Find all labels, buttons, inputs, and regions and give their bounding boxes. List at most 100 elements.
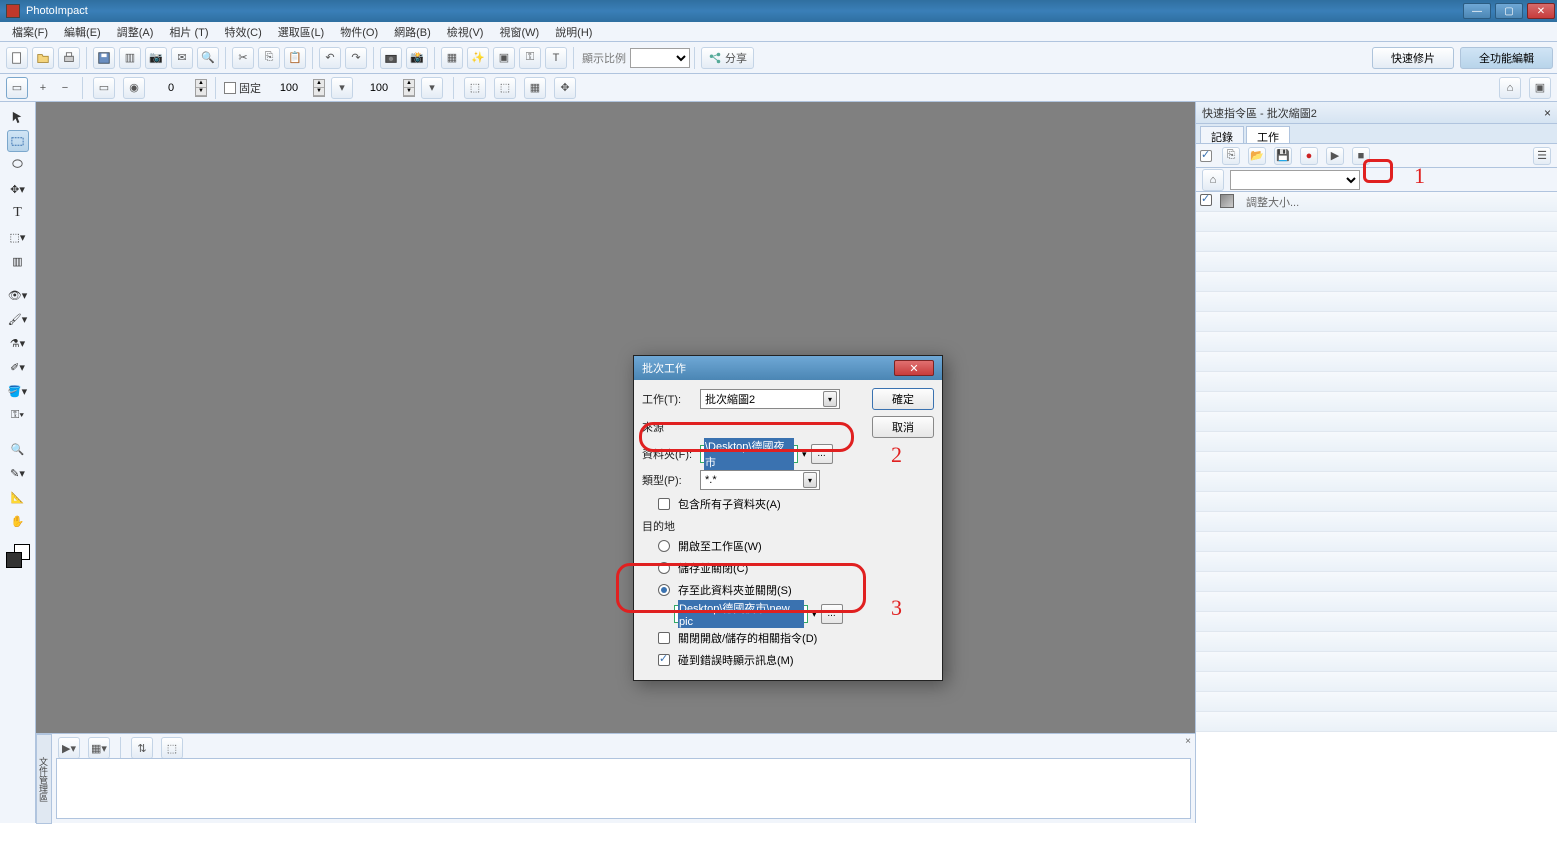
- tool-measure[interactable]: 📐: [7, 486, 29, 508]
- sp-batch-run[interactable]: ☰: [1533, 147, 1551, 165]
- opt-sub[interactable]: −: [58, 77, 72, 99]
- filmstrip-tab[interactable]: 文件管理區: [36, 734, 52, 824]
- menu-help[interactable]: 說明(H): [547, 22, 600, 42]
- opt-x-icon[interactable]: ▣: [1529, 77, 1551, 99]
- minimize-button[interactable]: —: [1463, 3, 1491, 19]
- tb-save[interactable]: [93, 47, 115, 69]
- mode-full[interactable]: 全功能編輯: [1460, 47, 1553, 69]
- tb-stamp[interactable]: ⚿: [519, 47, 541, 69]
- opt-home-icon[interactable]: ⌂: [1499, 77, 1521, 99]
- save-folder-close-radio[interactable]: [658, 584, 670, 596]
- tool-lasso[interactable]: [7, 154, 29, 176]
- opt-b2[interactable]: ⬚: [494, 77, 516, 99]
- opt-b1[interactable]: ⬚: [464, 77, 486, 99]
- tb-preview[interactable]: 🔍: [197, 47, 219, 69]
- fs-sort[interactable]: ⇅: [131, 737, 153, 759]
- task-item-check[interactable]: [1200, 194, 1212, 206]
- tool-stamp[interactable]: ⚿▾: [7, 404, 29, 426]
- tool-erase[interactable]: ✐▾: [7, 356, 29, 378]
- opt-move[interactable]: ▭: [93, 77, 115, 99]
- tab-record[interactable]: 記錄: [1200, 126, 1244, 143]
- close-button[interactable]: ✕: [1527, 3, 1555, 19]
- opt-zero[interactable]: [151, 79, 191, 97]
- opt-fixed[interactable]: ◉: [123, 77, 145, 99]
- opt-h-spin[interactable]: ▲▼: [403, 79, 415, 97]
- menu-object[interactable]: 物件(O): [332, 22, 386, 42]
- close-open-cmds-check[interactable]: [658, 632, 670, 644]
- tb-new[interactable]: [6, 47, 28, 69]
- sp-combo[interactable]: [1230, 170, 1360, 190]
- fs-play[interactable]: ▶▾: [58, 737, 80, 759]
- tb-undo[interactable]: ↶: [319, 47, 341, 69]
- task-list[interactable]: 調整大小...: [1196, 192, 1557, 823]
- include-sub-check[interactable]: [658, 498, 670, 510]
- tb-scan[interactable]: 📷: [145, 47, 167, 69]
- fs-thumb[interactable]: ⬚: [161, 737, 183, 759]
- menu-window[interactable]: 視窗(W): [491, 22, 547, 42]
- tb-autolevel[interactable]: ✨: [467, 47, 489, 69]
- side-panel-close[interactable]: ×: [1544, 106, 1551, 120]
- dialog-title-bar[interactable]: 批次工作 ✕: [634, 356, 942, 380]
- open-workspace-radio[interactable]: [658, 540, 670, 552]
- tool-slice[interactable]: ▥: [7, 250, 29, 272]
- tool-brush[interactable]: 🖌▾: [7, 308, 29, 330]
- tb-camera2[interactable]: 📸: [406, 47, 428, 69]
- sp-record[interactable]: ●: [1300, 147, 1318, 165]
- tb-slice[interactable]: ▦: [441, 47, 463, 69]
- tool-transform[interactable]: ✥▾: [7, 178, 29, 200]
- menu-file[interactable]: 檔案(F): [4, 22, 56, 42]
- dialog-close-button[interactable]: ✕: [894, 360, 934, 376]
- sp-save[interactable]: 💾: [1274, 147, 1292, 165]
- source-folder-input[interactable]: \Desktop\德國夜市: [700, 445, 798, 463]
- tb-paste[interactable]: 📋: [284, 47, 306, 69]
- dest-browse-button[interactable]: ...: [821, 604, 843, 624]
- tool-clone[interactable]: ⚗▾: [7, 332, 29, 354]
- menu-adjust[interactable]: 調整(A): [109, 22, 162, 42]
- tool-hand[interactable]: ✋: [7, 510, 29, 532]
- side-panel-title-bar[interactable]: 快速指令區 - 批次縮圖2 ×: [1196, 102, 1557, 124]
- opt-height[interactable]: [359, 79, 399, 97]
- sp-new[interactable]: ⎘: [1222, 147, 1240, 165]
- sp-stop[interactable]: ■: [1352, 147, 1370, 165]
- save-close-radio[interactable]: [658, 562, 670, 574]
- tb-text[interactable]: T: [545, 47, 567, 69]
- menu-photo[interactable]: 相片 (T): [161, 22, 216, 42]
- tool-crop[interactable]: ⬚▾: [7, 226, 29, 248]
- tb-email[interactable]: ✉: [171, 47, 193, 69]
- opt-fixed-chk[interactable]: 固定: [224, 80, 261, 96]
- opt-zero-spin[interactable]: ▲▼: [195, 79, 207, 97]
- tb-camera[interactable]: [380, 47, 402, 69]
- sp-home-icon[interactable]: ⌂: [1202, 169, 1224, 191]
- tool-text[interactable]: T: [7, 202, 29, 224]
- tb-crop2[interactable]: ▣: [493, 47, 515, 69]
- tb-open[interactable]: [32, 47, 54, 69]
- mode-quick[interactable]: 快速修片: [1372, 47, 1454, 69]
- opt-b3[interactable]: ▦: [524, 77, 546, 99]
- maximize-button[interactable]: ▢: [1495, 3, 1523, 19]
- tool-marquee[interactable]: [7, 130, 29, 152]
- sp-open[interactable]: 📂: [1248, 147, 1266, 165]
- menu-web[interactable]: 網路(B): [386, 22, 439, 42]
- opt-h-dd[interactable]: ▾: [421, 77, 443, 99]
- color-swatch[interactable]: [6, 544, 30, 568]
- dest-folder-input[interactable]: Desktop\德國夜市\new pic: [674, 605, 808, 623]
- tb-cut[interactable]: ✂: [232, 47, 254, 69]
- tool-eyedrop[interactable]: ✎▾: [7, 462, 29, 484]
- task-combo[interactable]: 批次縮圖2▾: [700, 389, 840, 409]
- opt-w-dd[interactable]: ▾: [331, 77, 353, 99]
- task-list-item[interactable]: 調整大小...: [1196, 192, 1557, 212]
- menu-edit[interactable]: 編輯(E): [56, 22, 109, 42]
- fs-grid[interactable]: ▦▾: [88, 737, 110, 759]
- tool-fill[interactable]: 🪣▾: [7, 380, 29, 402]
- type-combo[interactable]: *.*▾: [700, 470, 820, 490]
- opt-w-spin[interactable]: ▲▼: [313, 79, 325, 97]
- menu-selection[interactable]: 選取區(L): [270, 22, 332, 42]
- menu-effect[interactable]: 特效(C): [217, 22, 270, 42]
- tool-retouch[interactable]: 👁▾: [7, 284, 29, 306]
- cancel-button[interactable]: 取消: [872, 416, 934, 438]
- opt-marquee[interactable]: ▭: [6, 77, 28, 99]
- tool-zoom[interactable]: 🔍: [7, 438, 29, 460]
- tb-copy[interactable]: ⎘: [258, 47, 280, 69]
- zoom-combo[interactable]: [630, 48, 690, 68]
- tb-browse[interactable]: ▥: [119, 47, 141, 69]
